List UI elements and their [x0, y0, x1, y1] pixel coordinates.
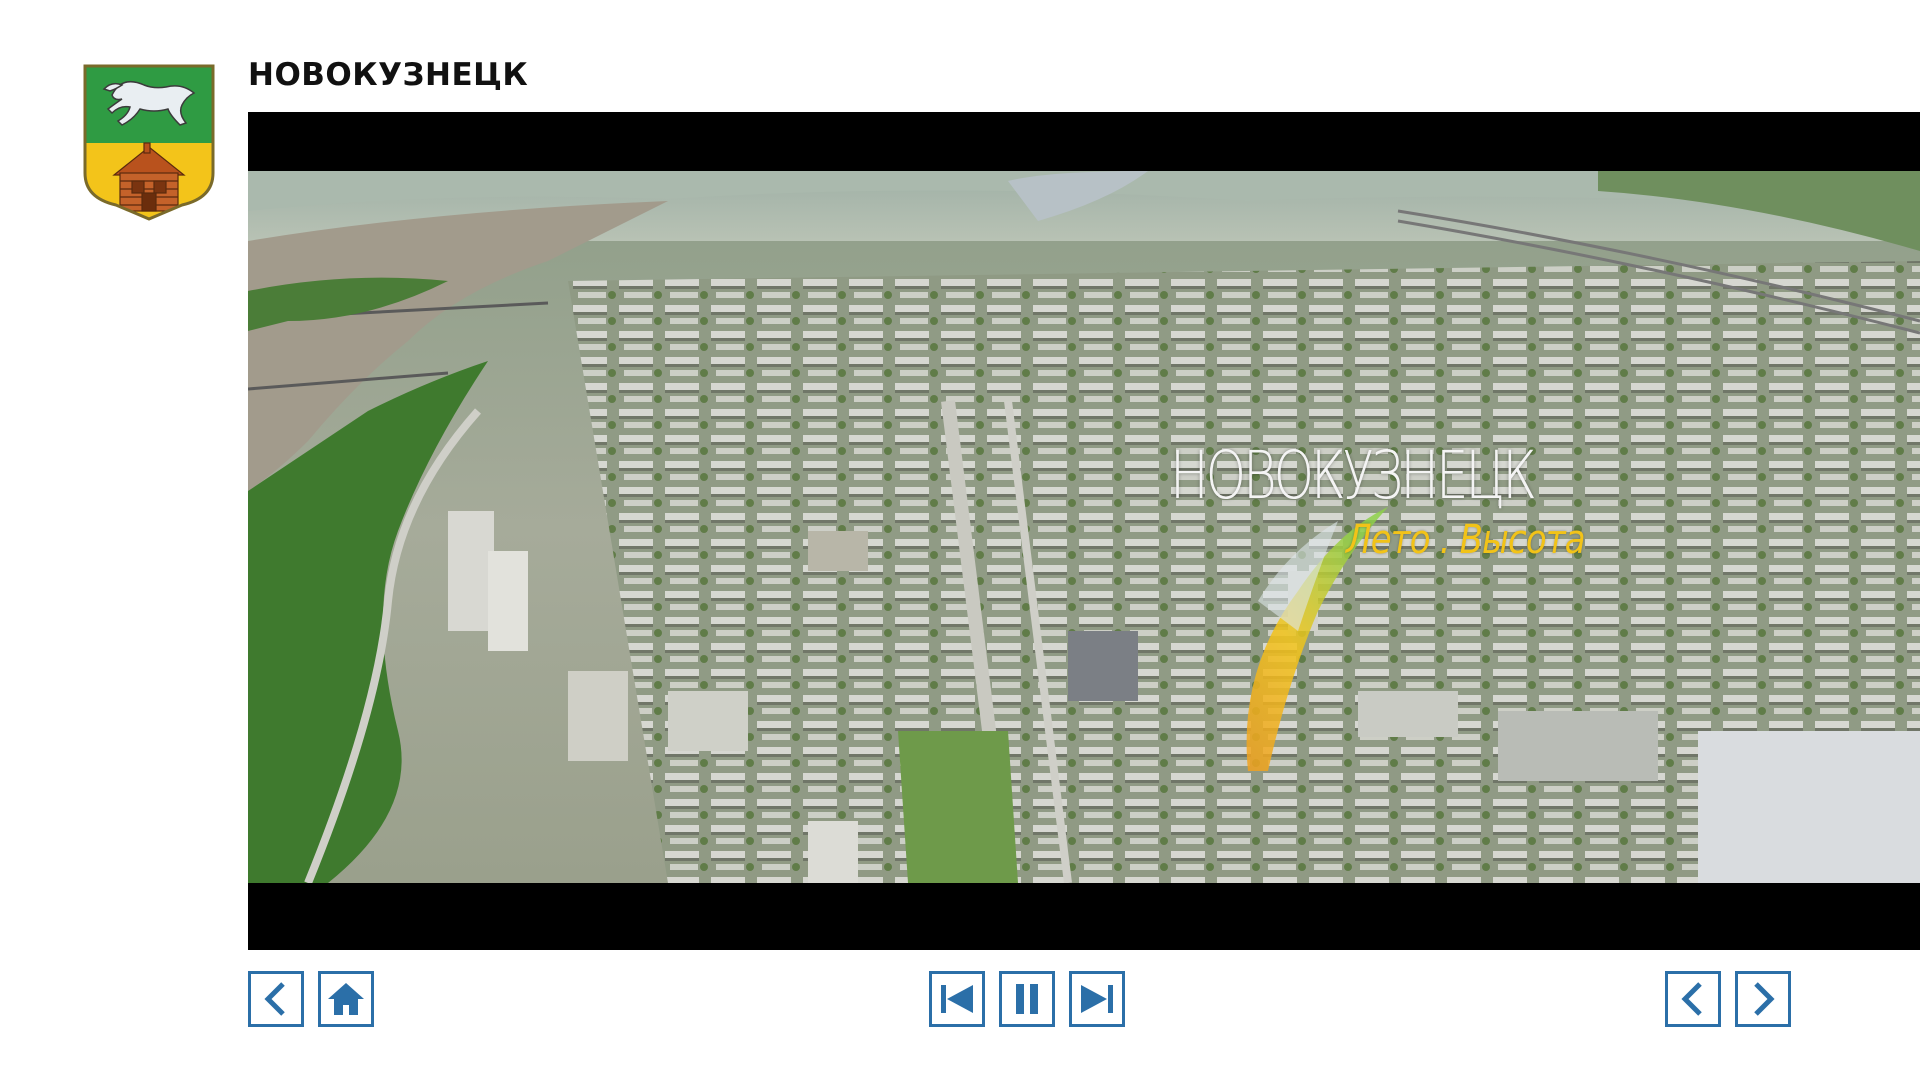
previous-button[interactable] — [929, 971, 985, 1027]
previous-page-button[interactable] — [1665, 971, 1721, 1027]
chevron-left-icon — [264, 982, 285, 1016]
coat-of-arms-icon — [82, 63, 216, 221]
video-overlay-subtitle: Лето . Высота — [1346, 517, 1586, 563]
page: НОВОКУЗНЕЦК НОВОКУЗНЕЦК Лето . Высота — [0, 0, 1920, 1080]
video-player[interactable]: НОВОКУЗНЕЦК Лето . Высота — [248, 112, 1920, 950]
skip-previous-icon — [941, 985, 973, 1013]
pause-icon — [1016, 984, 1038, 1014]
pause-button[interactable] — [999, 971, 1055, 1027]
chevron-right-icon — [1754, 982, 1775, 1016]
back-button[interactable] — [248, 971, 304, 1027]
aerial-city-video-frame: НОВОКУЗНЕЦК Лето . Высота — [248, 171, 1920, 883]
video-overlay-title: НОВОКУЗНЕЦК — [1170, 437, 1537, 514]
home-icon — [328, 983, 364, 1015]
next-page-button[interactable] — [1735, 971, 1791, 1027]
chevron-left-icon — [1681, 982, 1702, 1016]
skip-next-icon — [1081, 985, 1113, 1013]
page-title: НОВОКУЗНЕЦК — [248, 57, 529, 93]
home-button[interactable] — [318, 971, 374, 1027]
next-button[interactable] — [1069, 971, 1125, 1027]
